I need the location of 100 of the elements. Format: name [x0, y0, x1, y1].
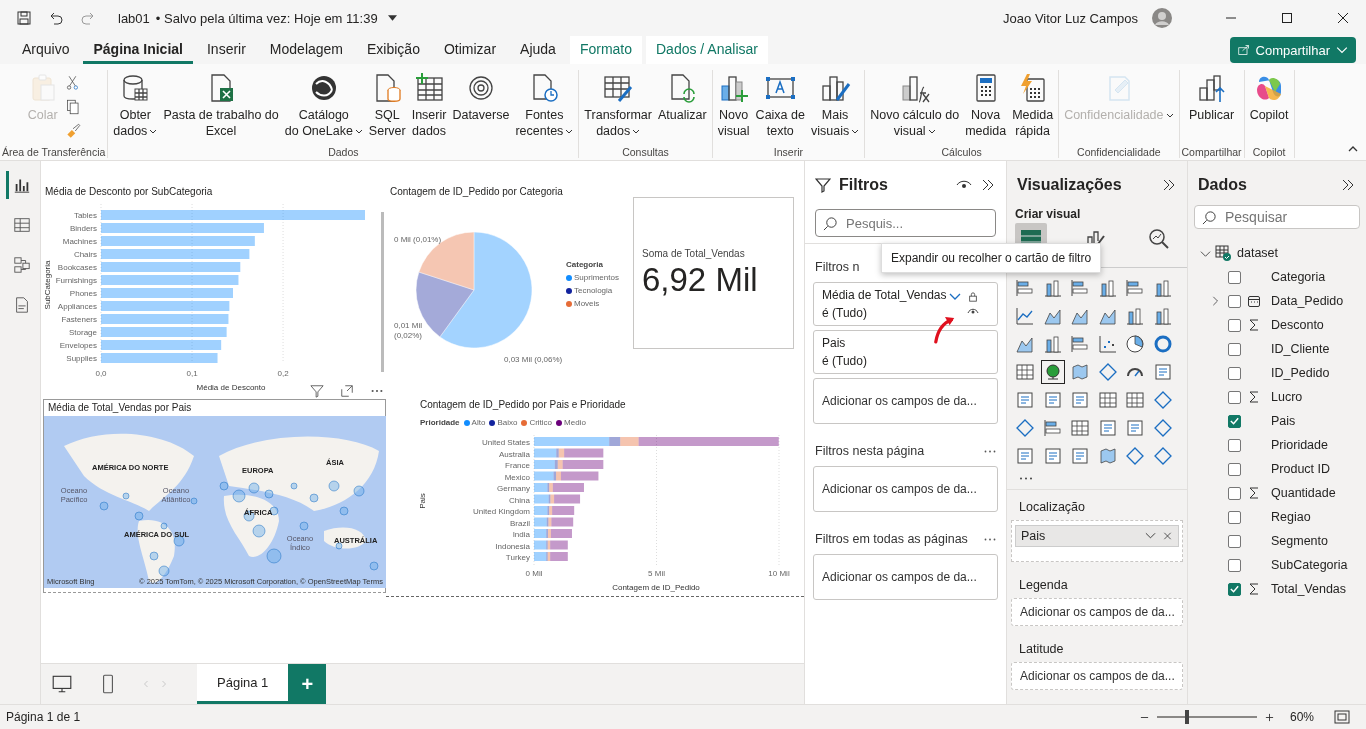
menu-tab[interactable]: Dados / Analisar	[646, 36, 768, 64]
checkbox[interactable]	[1228, 294, 1241, 308]
field-name[interactable]: Product ID	[1271, 462, 1331, 476]
ribbon-button[interactable]: Fontes recentes	[512, 70, 577, 141]
drop-field-area[interactable]: Adicionar os campos de da...	[813, 554, 998, 600]
field-name[interactable]: Segmento	[1271, 534, 1328, 548]
field-name[interactable]: Prioridade	[1271, 438, 1328, 452]
ribbon-button[interactable]: Atualizar	[654, 70, 710, 125]
ribbon-button[interactable]: Dataverse	[449, 70, 513, 125]
collapse-ribbon-icon[interactable]	[1348, 146, 1358, 152]
ribbon-button[interactable]: SQL Server	[365, 70, 409, 141]
search-field[interactable]: Pesquisar	[1194, 205, 1360, 229]
axis-label: Chairs	[73, 250, 97, 259]
ribbon-button[interactable]: Novo cálculo do visual	[867, 70, 963, 141]
field-name[interactable]: Categoria	[1271, 270, 1326, 284]
caret-icon[interactable]	[565, 128, 574, 134]
field-pill[interactable]: Pais	[1015, 525, 1179, 547]
menu-tab[interactable]: Otimizar	[433, 36, 507, 64]
drop-field-area[interactable]: Adicionar os campos de da...	[1011, 598, 1183, 626]
add-page-button[interactable]: +	[288, 664, 327, 704]
checkbox[interactable]	[1228, 510, 1241, 524]
menu-tab[interactable]: Exibição	[357, 36, 430, 64]
caret-icon[interactable]	[387, 15, 397, 21]
field-name[interactable]: Lucro	[1271, 390, 1303, 404]
ribbon-button[interactable]: Novo visual	[714, 70, 753, 141]
checkbox[interactable]	[1228, 366, 1241, 380]
collapse-pane-icon[interactable]	[1161, 177, 1177, 193]
tooltip: Expandir ou recolher o cartão de filtro	[881, 243, 1102, 273]
field-name[interactable]: Pais	[1271, 414, 1296, 428]
ribbon-button[interactable]: Medida rápida	[1009, 70, 1057, 141]
caret-icon[interactable]	[927, 128, 936, 134]
table-name[interactable]: dataset	[1237, 246, 1278, 260]
close-icon[interactable]	[1337, 12, 1349, 24]
share-button[interactable]: Compartilhar	[1229, 37, 1356, 63]
menu-tab[interactable]: Arquivo	[12, 36, 80, 64]
menu-tab[interactable]: Modelagem	[259, 36, 353, 64]
ribbon-button[interactable]: Pasta de trabalho do Excel	[160, 70, 282, 141]
menu-tab[interactable]: Formato	[569, 36, 642, 64]
save-icon[interactable]	[16, 10, 32, 26]
checkbox[interactable]	[1228, 534, 1241, 548]
plus-icon[interactable]	[1264, 712, 1274, 722]
ribbon-button[interactable]: Mais visuais	[807, 70, 863, 141]
ribbon-button[interactable]: Catálogo do OneLake	[281, 70, 366, 141]
checkbox[interactable]	[1228, 390, 1241, 404]
chevron-icon[interactable]	[1145, 532, 1156, 540]
collapse-pane-icon[interactable]	[1340, 177, 1356, 193]
search-field[interactable]: Pesquis...	[815, 209, 996, 237]
checkbox[interactable]	[1228, 558, 1241, 572]
menu-tab[interactable]: Ajuda	[510, 36, 566, 64]
field-name[interactable]: SubCategoria	[1271, 558, 1348, 572]
pie-chart-icon[interactable]	[1123, 332, 1147, 356]
filter-card[interactable]: Pais é (Tudo)	[813, 330, 998, 374]
pane-title: Filtros	[839, 176, 888, 194]
avatar-icon[interactable]	[1152, 8, 1172, 28]
undo-icon[interactable]	[48, 10, 64, 26]
focus-mode-icon[interactable]	[339, 384, 355, 398]
ribbon-button[interactable]: Nova medida	[962, 70, 1010, 141]
checkbox[interactable]	[1228, 270, 1241, 284]
field-name[interactable]: Regiao	[1271, 510, 1311, 524]
fit-page-icon[interactable]	[1334, 710, 1350, 724]
drop-field-area[interactable]: Adicionar os campos de da...	[813, 466, 998, 512]
field-name[interactable]: ID_Pedido	[1271, 366, 1330, 380]
field-name[interactable]: Total_Vendas	[1271, 582, 1347, 596]
more-icon[interactable]	[1019, 476, 1033, 481]
field-name[interactable]: Desconto	[1271, 318, 1324, 332]
checkbox[interactable]	[1228, 414, 1241, 428]
checkbox[interactable]	[1228, 462, 1241, 476]
checkbox[interactable]	[1228, 318, 1241, 332]
more-icon[interactable]	[984, 536, 996, 542]
checkbox[interactable]	[1228, 342, 1241, 356]
ribbon-button[interactable]: Caixa de texto	[752, 70, 808, 141]
caret-icon[interactable]	[149, 128, 158, 134]
field-name[interactable]: ID_Cliente	[1271, 342, 1330, 356]
ribbon-button[interactable]: Transformar dados	[581, 70, 655, 141]
caret-icon[interactable]	[354, 128, 363, 134]
drop-field-area[interactable]: Adicionar os campos de da...	[1011, 662, 1183, 690]
field-name[interactable]: Data_Pedido	[1271, 294, 1344, 308]
caret-icon[interactable]	[632, 128, 641, 134]
filter-card[interactable]: Média de Total_Vendas é (Tudo)	[813, 282, 998, 326]
checkbox[interactable]	[1228, 438, 1241, 452]
ribbon-button[interactable]: Publicar	[1186, 70, 1238, 125]
globe-icon[interactable]	[1040, 360, 1065, 384]
ribbon-button[interactable]: Inserir dados	[408, 70, 450, 141]
field-name[interactable]: Quantidade	[1271, 486, 1336, 500]
collapse-pane-icon[interactable]	[980, 177, 996, 193]
caret-icon[interactable]	[851, 128, 860, 134]
maximize-icon[interactable]	[1281, 12, 1293, 24]
lock-icon[interactable]	[967, 292, 979, 302]
ribbon-button[interactable]: Copilot	[1246, 70, 1292, 125]
chevron-icon[interactable]	[949, 292, 961, 302]
ribbon-button[interactable]: Obter dados	[110, 70, 161, 141]
menu-tab[interactable]: Inserir	[196, 36, 256, 64]
drop-field-area[interactable]: Adicionar os campos de da...	[813, 378, 998, 424]
more-icon[interactable]	[984, 448, 996, 454]
filter-icon[interactable]	[309, 384, 325, 398]
legend-label: Tecnologia	[574, 286, 613, 295]
checkbox[interactable]	[1228, 582, 1241, 596]
checkbox[interactable]	[1228, 486, 1241, 500]
slider-thumb[interactable]	[1184, 710, 1189, 724]
page-tab[interactable]: Página 1	[197, 664, 289, 704]
